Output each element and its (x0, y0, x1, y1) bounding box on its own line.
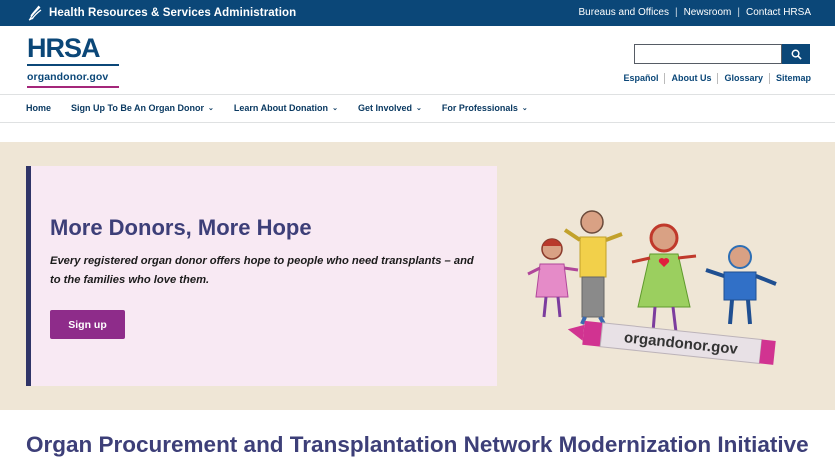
nav-item-home[interactable]: Home (26, 103, 51, 113)
adult-woman-figure (631, 223, 697, 333)
divider (768, 73, 770, 84)
search-icon (791, 49, 802, 60)
glossary-link[interactable]: Glossary (724, 73, 763, 84)
nav-item-for-professionals[interactable]: For Professionals ⌄ (442, 103, 528, 113)
bureaus-offices-link[interactable]: Bureaus and Offices (579, 7, 669, 18)
hhs-eagle-icon (28, 5, 42, 21)
nav-item-label: For Professionals (441, 103, 518, 113)
nav-item-label: Home (26, 103, 52, 113)
site-logo[interactable]: HRSA organdonor.gov (27, 34, 119, 88)
section-title: Organ Procurement and Transplantation Ne… (26, 432, 809, 457)
divider (664, 73, 666, 84)
newsroom-link[interactable]: Newsroom (684, 7, 732, 18)
search-button[interactable] (782, 44, 810, 64)
espanol-link[interactable]: Español (623, 73, 658, 84)
child-girl-figure (527, 238, 579, 318)
search-input[interactable] (634, 44, 782, 64)
crayon-graphic: organdonor.gov (567, 320, 776, 365)
federal-top-bar: Health Resources & Services Administrati… (0, 0, 835, 26)
hero-card: More Donors, More Hope Every registered … (26, 166, 497, 386)
logo-underline (27, 86, 119, 88)
chevron-down-icon: ⌄ (332, 105, 338, 112)
hero-banner: More Donors, More Hope Every registered … (0, 142, 835, 410)
chevron-down-icon: ⌄ (521, 105, 528, 112)
utility-links: Español About Us Glossary Sitemap (623, 73, 811, 84)
site-header: HRSA organdonor.gov Español About Us Glo… (0, 26, 835, 94)
agency-name: Health Resources & Services Administrati… (49, 7, 297, 19)
hero-text: Every registered organ donor offers hope… (50, 255, 474, 286)
chevron-down-icon: ⌄ (415, 105, 422, 112)
chevron-down-icon: ⌄ (208, 105, 214, 112)
nav-item-label: Get Involved (357, 103, 412, 113)
nav-item-learn-about-donation[interactable]: Learn About Donation ⌄ (234, 103, 338, 113)
child-boy-figure (705, 245, 777, 325)
nav-item-label: Sign Up To Be An Organ Donor (71, 103, 205, 113)
divider: | (674, 7, 678, 18)
hero-title: More Donors, More Hope (50, 215, 312, 240)
sitemap-link[interactable]: Sitemap (776, 73, 811, 84)
search-form (634, 44, 810, 64)
nav-item-sign-up[interactable]: Sign Up To Be An Organ Donor ⌄ (71, 103, 214, 113)
sign-up-button[interactable]: Sign up (50, 310, 125, 339)
hrsa-logo-text: HRSA (27, 33, 101, 63)
logo-site-name: organdonor.gov (27, 71, 109, 83)
contact-hrsa-link[interactable]: Contact HRSA (746, 7, 811, 18)
family-crayon-illustration: organdonor.gov (527, 210, 777, 365)
main-navigation: Home Sign Up To Be An Organ Donor ⌄ Lear… (0, 94, 835, 123)
agency-branding[interactable]: Health Resources & Services Administrati… (27, 4, 296, 22)
divider: | (737, 7, 740, 18)
nav-item-get-involved[interactable]: Get Involved ⌄ (358, 103, 422, 113)
about-us-link[interactable]: About Us (671, 73, 711, 84)
adult-man-figure (563, 210, 623, 325)
logo-rule (27, 64, 119, 66)
top-links: Bureaus and Offices | Newsroom | Contact… (579, 7, 811, 18)
nav-item-label: Learn About Donation (233, 103, 329, 113)
divider (717, 73, 719, 84)
